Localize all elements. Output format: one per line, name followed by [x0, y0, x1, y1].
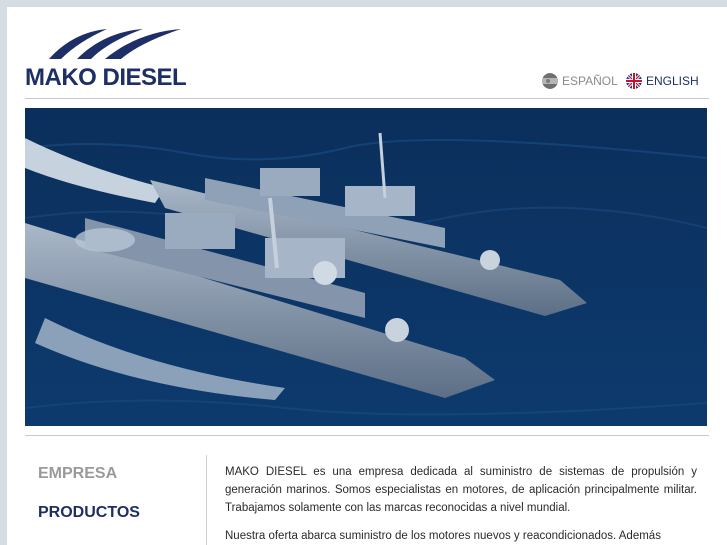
uk-flag-icon — [626, 73, 642, 89]
spain-flag-icon — [542, 73, 558, 89]
menu-item-productos[interactable]: PRODUCTOS — [38, 504, 140, 522]
lang-english-label: ENGLISH — [646, 74, 699, 88]
lang-espanol-label: ESPAÑOL — [562, 74, 618, 88]
brand-name: MAKO DIESEL — [25, 64, 187, 91]
content-paragraph: Nuestra oferta abarca suministro de los … — [225, 530, 661, 542]
side-menu: EMPRESA PRODUCTOS — [38, 465, 140, 543]
lang-espanol[interactable]: ESPAÑOL — [542, 73, 618, 89]
menu-divider — [206, 455, 207, 545]
content-paragraph: MAKO DIESEL es una empresa dedicada al s… — [225, 466, 697, 514]
logo-waves-icon — [49, 29, 181, 59]
logo[interactable]: MAKO DIESEL — [25, 27, 187, 97]
header-divider — [25, 98, 709, 99]
lang-english[interactable]: ENGLISH — [626, 73, 699, 89]
hero-divider — [25, 435, 709, 436]
hero-image — [25, 108, 707, 426]
page: MAKO DIESEL ESPAÑOL ENGLISH EMPRESA PROD… — [7, 7, 727, 545]
menu-item-empresa[interactable]: EMPRESA — [38, 465, 140, 483]
main-content: MAKO DIESEL es una empresa dedicada al s… — [225, 463, 697, 545]
